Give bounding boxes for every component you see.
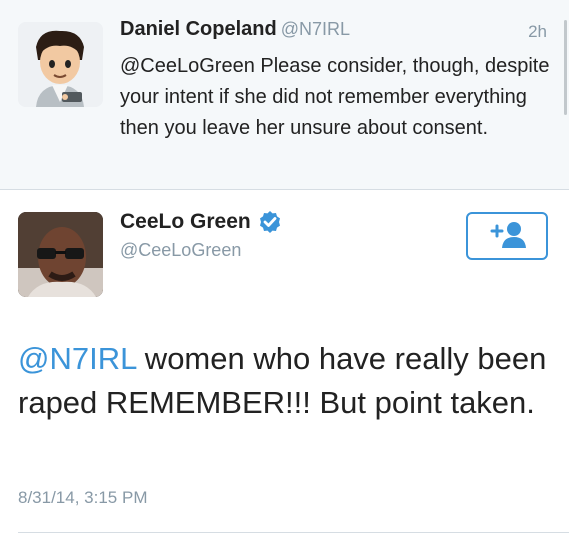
main-tweet-text: @N7IRL women who have really been raped … — [18, 337, 558, 425]
reply-author-name[interactable]: Daniel Copeland — [120, 18, 277, 40]
reply-tweet[interactable]: Daniel Copeland @N7IRL 2h @CeeLoGreen Ple… — [0, 0, 569, 190]
daniel-copeland-avatar[interactable] — [18, 22, 103, 107]
tweet-date: 8/31/14, 3:15 PM — [18, 488, 148, 507]
add-user-icon — [486, 219, 528, 254]
reply-author-handle[interactable]: @N7IRL — [281, 19, 350, 39]
scroll-indicator — [564, 20, 567, 115]
reply-timestamp: 2h — [528, 22, 547, 41]
mention-link[interactable]: @N7IRL — [18, 341, 136, 376]
ceelo-green-avatar[interactable] — [18, 212, 103, 297]
main-author-name[interactable]: CeeLo Green — [120, 210, 251, 234]
main-author-handle[interactable]: @CeeLoGreen — [120, 240, 241, 261]
divider — [18, 532, 569, 533]
reply-author-row[interactable]: Daniel Copeland @N7IRL — [120, 18, 350, 41]
reply-tweet-text: @CeeLoGreen Please consider, though, des… — [120, 55, 550, 139]
verified-badge-icon — [258, 210, 282, 234]
follow-button[interactable] — [466, 212, 548, 260]
main-author-row[interactable]: CeeLo Green — [120, 210, 282, 234]
